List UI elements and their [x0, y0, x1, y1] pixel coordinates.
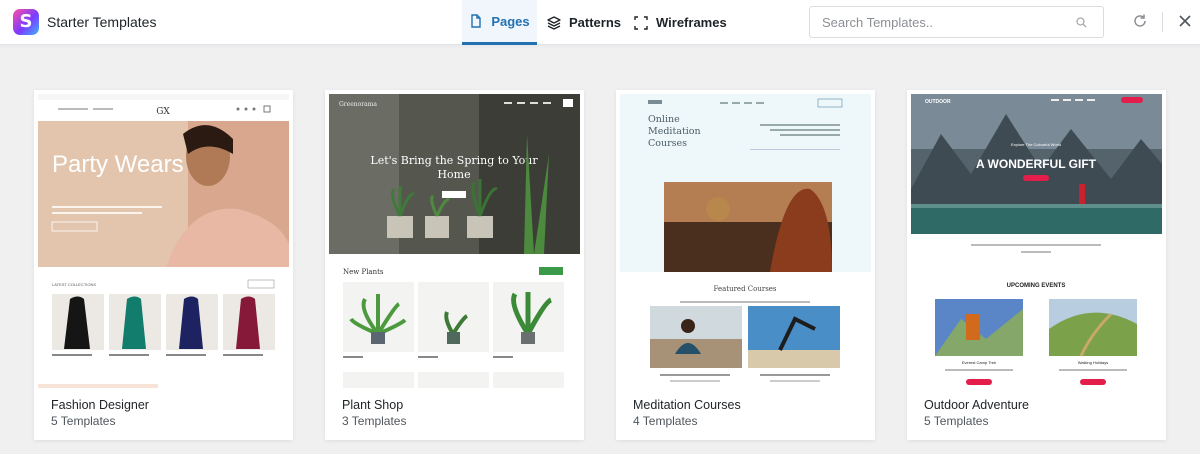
template-card-meditation-courses[interactable]: Online Meditation Courses Featured Cours…	[616, 90, 875, 440]
preview-event-2: Walking Holidays	[1078, 360, 1109, 365]
preview-logo: Greenorama	[339, 101, 377, 108]
preview-hero: Let's Bring the Spring to Your Home	[370, 154, 538, 181]
preview-hero: Party Wears	[52, 151, 184, 178]
template-name: Fashion Designer	[51, 398, 149, 412]
app-logo: S	[13, 9, 39, 35]
preview-section: New Plants	[343, 268, 384, 276]
tab-wireframes[interactable]: Wireframes	[634, 0, 727, 45]
tab-label: Patterns	[569, 15, 622, 30]
preview-section: Featured Courses	[713, 285, 776, 293]
search-box	[809, 6, 1104, 38]
search-icon[interactable]	[1076, 17, 1087, 28]
close-icon[interactable]	[1177, 13, 1193, 29]
preview-section: LATEST COLLECTIONS	[52, 282, 96, 287]
app-title: Starter Templates	[47, 14, 157, 30]
template-card-fashion-designer[interactable]: GX Party Wears LATEST COLLECTIONS Fashio…	[34, 90, 293, 440]
template-count: 5 Templates	[51, 414, 116, 428]
template-preview: Online Meditation Courses Featured Cours…	[620, 94, 871, 388]
template-preview: OUTDOOR Explore The Colourful World A WO…	[911, 94, 1162, 388]
template-card-plant-shop[interactable]: Greenorama Let's Bring the Spring to You…	[325, 90, 584, 440]
preview-section: UPCOMING EVENTS	[1007, 283, 1066, 289]
preview-hero: A WONDERFUL GIFT	[976, 157, 1097, 171]
preview-tagline: Explore The Colourful World	[1011, 142, 1061, 147]
tab-pages[interactable]: Pages	[462, 0, 537, 45]
refresh-icon[interactable]	[1132, 13, 1148, 29]
template-name: Plant Shop	[342, 398, 404, 412]
page-icon	[471, 14, 482, 28]
top-bar: S Starter Templates Pages Patterns Wiref…	[0, 0, 1200, 45]
tab-patterns[interactable]: Patterns	[547, 0, 621, 45]
preview-logo: GX	[156, 107, 170, 117]
template-name: Meditation Courses	[633, 398, 741, 412]
template-card-outdoor-adventure[interactable]: OUTDOOR Explore The Colourful World A WO…	[907, 90, 1166, 440]
search-input[interactable]	[810, 7, 1060, 37]
preview-event-1: Everest Camp Trek	[962, 360, 996, 365]
preview-hero: Online Meditation Courses	[648, 114, 701, 149]
preview-logo: OUTDOOR	[925, 99, 951, 105]
template-count: 5 Templates	[924, 414, 989, 428]
header-divider	[1162, 12, 1163, 32]
template-name: Outdoor Adventure	[924, 398, 1029, 412]
template-preview: Greenorama Let's Bring the Spring to You…	[329, 94, 580, 388]
template-preview: GX Party Wears LATEST COLLECTIONS	[38, 94, 289, 388]
template-count: 4 Templates	[633, 414, 698, 428]
template-count: 3 Templates	[342, 414, 407, 428]
layers-icon	[547, 15, 561, 30]
wireframe-icon	[634, 15, 648, 30]
tab-label: Pages	[491, 13, 530, 29]
tab-label: Wireframes	[656, 15, 727, 30]
